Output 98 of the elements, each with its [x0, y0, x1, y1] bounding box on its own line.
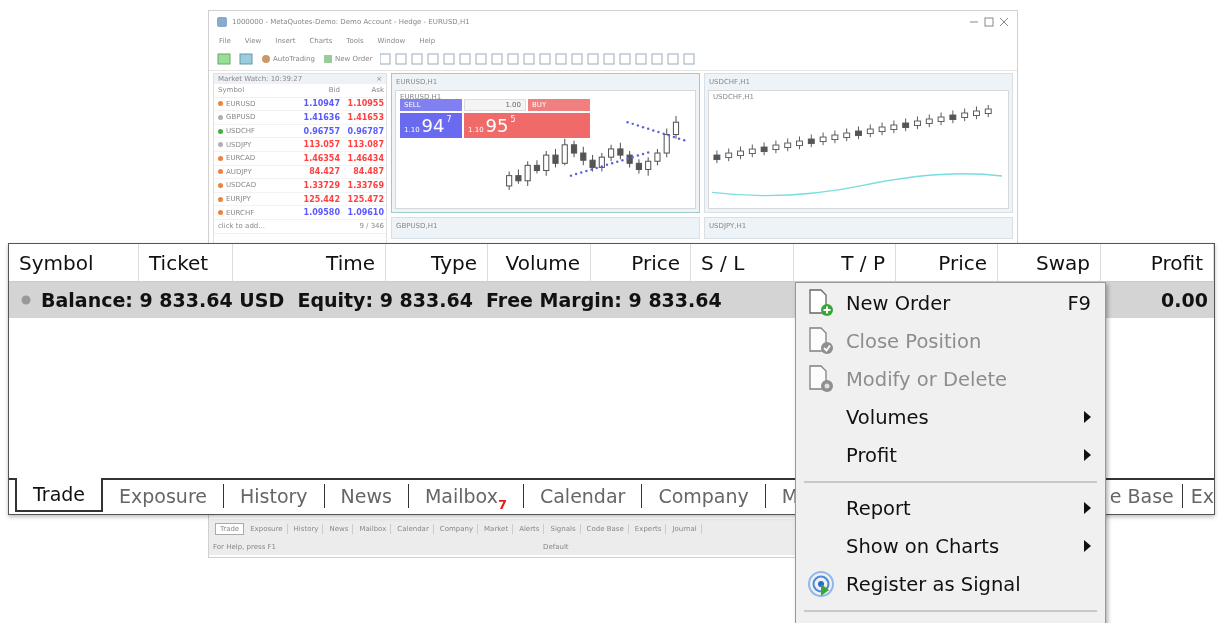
bid-price: 0.96757: [302, 126, 340, 136]
candle: [552, 148, 559, 169]
tab[interactable]: History: [224, 484, 325, 508]
column-header[interactable]: Type: [386, 244, 488, 281]
candle: [524, 161, 531, 187]
balance-summary: Balance: 9 833.64 USD Equity: 9 833.64 Free Margin: 9 833.64: [41, 289, 722, 311]
candle: [607, 144, 614, 163]
candle: [925, 114, 933, 128]
column-header[interactable]: T / P: [794, 244, 896, 281]
ask-price: 125.472: [346, 194, 384, 204]
ask-price: 113.087: [346, 140, 384, 150]
column-header[interactable]: Price: [591, 244, 691, 281]
bullet-icon: [21, 295, 31, 305]
indicator-dots: [625, 121, 686, 142]
signal-icon: [807, 570, 835, 598]
candle: [914, 116, 921, 130]
candle: [973, 106, 980, 120]
tab[interactable]: Exposure: [103, 484, 224, 508]
menu-item[interactable]: Volumes: [796, 398, 1105, 436]
bid-price: 113.057: [302, 140, 340, 150]
submenu-arrow-icon: [1084, 411, 1091, 423]
tab[interactable]: Trade: [15, 478, 104, 512]
candle: [654, 148, 661, 167]
candle: [672, 115, 679, 140]
menu-item[interactable]: New Order F9: [796, 284, 1105, 322]
candle: [784, 138, 792, 152]
close-icon[interactable]: [999, 17, 1009, 27]
candle: [843, 128, 851, 142]
candle: [961, 108, 969, 122]
column-header[interactable]: Price: [896, 244, 998, 281]
submenu-arrow-icon: [1084, 449, 1091, 461]
candle: [878, 122, 886, 136]
candle: [505, 171, 512, 191]
bid-price: 1.46354: [302, 153, 340, 163]
document-gear-icon: [808, 365, 834, 393]
submenu-arrow-icon: [1084, 502, 1091, 514]
candle: [644, 157, 651, 177]
column-header[interactable]: Profit: [1101, 244, 1214, 281]
menu-item[interactable]: Profit: [796, 436, 1105, 474]
candle: [737, 146, 744, 160]
candle: [937, 112, 945, 126]
ask-price: 0.96787: [346, 126, 384, 136]
candle: [561, 138, 568, 167]
document-check-icon: [808, 327, 834, 355]
candle: [725, 148, 733, 162]
column-header[interactable]: S / L: [691, 244, 794, 281]
ask-price: 1.46434: [346, 153, 384, 163]
candle: [855, 126, 862, 140]
candle: [616, 142, 624, 161]
ask-price: 84.487: [352, 167, 384, 177]
tab[interactable]: Ex: [1182, 484, 1214, 508]
bid-price: 1.10947: [302, 99, 340, 109]
candle: [772, 140, 780, 154]
candle: [796, 136, 803, 150]
bid-price: 1.33729: [302, 180, 340, 190]
column-header[interactable]: Ticket: [139, 244, 233, 281]
column-header[interactable]: Time: [233, 244, 386, 281]
app-icon: [217, 17, 227, 27]
candle: [514, 169, 522, 185]
candle: [748, 144, 756, 158]
bid-price: 1.09580: [302, 208, 340, 218]
tab[interactable]: Company: [642, 484, 766, 508]
candle: [890, 120, 898, 134]
tab[interactable]: News: [324, 484, 409, 508]
tab[interactable]: Calendar: [523, 484, 643, 508]
menu-item[interactable]: Register as Signal: [796, 565, 1105, 603]
candle: [542, 150, 549, 177]
column-header[interactable]: Volume: [488, 244, 591, 281]
ask-price: 1.10955: [346, 99, 384, 109]
profit-value: 0.00: [1161, 289, 1208, 311]
candle: [807, 134, 815, 148]
bid-price: 1.41636: [302, 113, 340, 122]
bid-price: 84.427: [308, 167, 340, 177]
column-header[interactable]: Swap: [998, 244, 1101, 281]
candle: [626, 150, 633, 169]
candle: [589, 154, 596, 173]
candle: [570, 140, 577, 159]
candle: [579, 146, 586, 167]
candle: [902, 118, 910, 132]
candle: [760, 142, 768, 156]
candle: [598, 152, 605, 173]
bid-price: 125.442: [302, 194, 340, 204]
candle: [866, 124, 874, 138]
candle: [663, 128, 670, 159]
submenu-arrow-icon: [1084, 540, 1091, 552]
column-header[interactable]: Symbol: [9, 244, 139, 281]
ask-price: 1.41653: [346, 113, 384, 122]
menu-item[interactable]: Show on Charts: [796, 527, 1105, 565]
maximize-icon[interactable]: [984, 17, 994, 27]
candle: [949, 110, 957, 124]
candle: [819, 132, 827, 146]
ask-price: 1.09610: [346, 208, 384, 218]
ask-price: 1.33769: [346, 180, 384, 190]
candle: [831, 130, 839, 144]
candle: [713, 150, 721, 164]
candle: [984, 105, 992, 118]
candle: [635, 159, 642, 175]
candle: [533, 160, 540, 175]
